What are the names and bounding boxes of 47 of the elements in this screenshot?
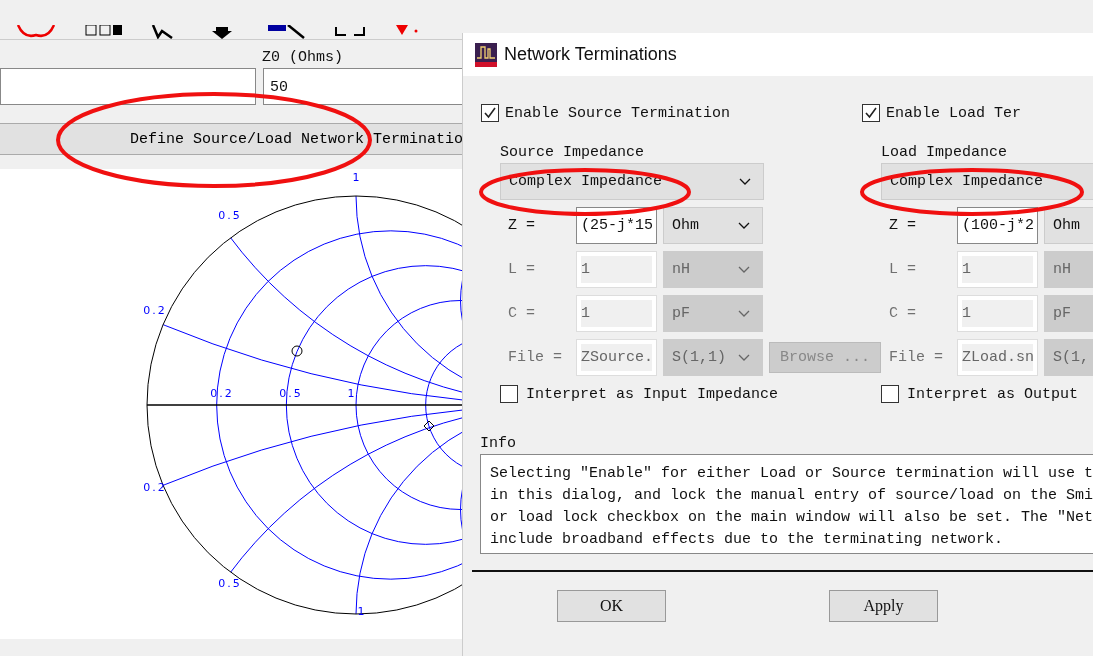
app-icon xyxy=(475,42,497,67)
chevron-down-icon xyxy=(738,221,750,230)
unit-dropdown[interactable]: Ohm xyxy=(1044,207,1093,244)
z0-label: Z0 (Ohms) xyxy=(262,49,343,66)
grid-icon[interactable] xyxy=(84,25,124,39)
load-marker xyxy=(423,420,435,432)
dialog-button[interactable]: OK xyxy=(557,590,666,622)
info-text: Selecting "Enable" for either Load or Source termination will use t in this dialog, and lock the manual entry of source/load on the Smi or load lock checkbox on the main window will also be set. The "Net include broadband effects due to the terminating network. xyxy=(480,454,1093,554)
section-heading: Load Impedance xyxy=(881,144,1009,162)
checkbox-label: Interpret as Input Impedance xyxy=(526,385,779,403)
chart-label: 0.2 xyxy=(143,481,167,494)
checkbox[interactable] xyxy=(862,104,880,122)
field-label: File = xyxy=(507,349,563,366)
field-label: L = xyxy=(888,261,917,278)
checkbox-label: Interpret as Output xyxy=(907,385,1079,403)
chart-label: 0.5 xyxy=(279,387,303,400)
checkbox[interactable] xyxy=(500,385,518,403)
chart-label: 0.5 xyxy=(218,577,242,590)
field-label: C = xyxy=(888,305,917,322)
chart-label: 1 xyxy=(347,387,357,400)
checkbox-label: Enable Source Termination xyxy=(505,104,731,122)
chart-label: 0.2 xyxy=(143,304,167,317)
chevron-down-icon xyxy=(738,309,750,318)
z0-field[interactable]: 50 xyxy=(263,68,463,105)
checkbox-label: Enable Load Ter xyxy=(886,104,1022,122)
info-label: Info xyxy=(480,435,517,452)
frame-icon[interactable] xyxy=(334,27,366,39)
checkbox[interactable] xyxy=(481,104,499,122)
field-label: Z = xyxy=(888,217,917,234)
field-label: L = xyxy=(507,261,536,278)
chart-label: 1 xyxy=(352,171,362,184)
shape-icon[interactable] xyxy=(14,25,58,39)
field-label: C = xyxy=(507,305,536,322)
input-field[interactable] xyxy=(0,68,256,105)
define-network-button[interactable]: Define Source/Load Network Terminatio xyxy=(0,123,462,155)
checkbox[interactable] xyxy=(881,385,899,403)
field-label: File = xyxy=(888,349,944,366)
chevron-down-icon xyxy=(739,177,751,186)
source-marker xyxy=(291,345,303,357)
unit-dropdown[interactable]: Ohm xyxy=(663,207,763,244)
chevron-down-icon xyxy=(738,353,750,362)
field-label: Z = xyxy=(507,217,536,234)
chart-label: 0.5 xyxy=(218,209,242,222)
chevron-down-icon xyxy=(738,265,750,274)
section-heading: Source Impedance xyxy=(500,144,646,162)
dialog-button[interactable]: Apply xyxy=(829,590,938,622)
dialog-title: Network Terminations xyxy=(504,44,677,65)
